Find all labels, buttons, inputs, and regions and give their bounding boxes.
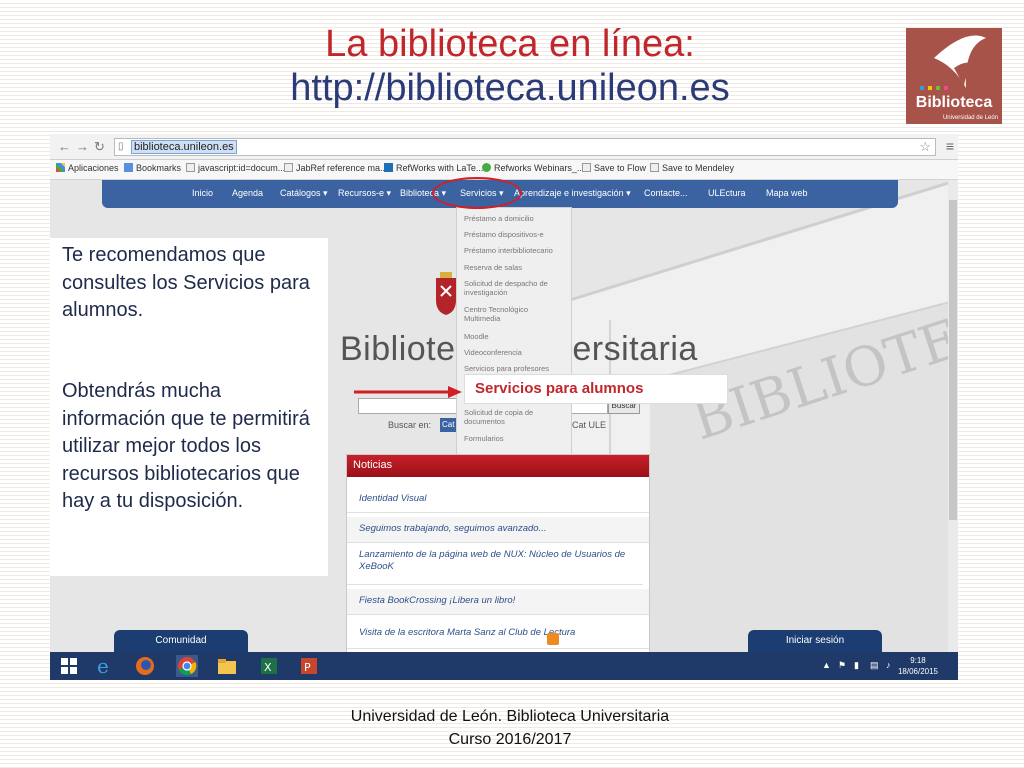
submenu-formularios[interactable]: Formularios <box>464 434 504 443</box>
svg-text:X: X <box>264 661 272 674</box>
logo-subtext: Universidad de León <box>942 115 998 121</box>
nav-mapa-web[interactable]: Mapa web <box>766 188 808 198</box>
submenu-prestamo-dispositivos[interactable]: Préstamo dispositivos-e <box>464 230 544 239</box>
excel-icon[interactable]: X <box>258 655 280 677</box>
servicios-alumnos-callout[interactable]: Servicios para alumnos <box>464 374 728 404</box>
volume-icon[interactable]: ♪ <box>886 660 891 670</box>
cat-ule-option[interactable]: Cat ULE <box>572 420 606 430</box>
news-item[interactable]: Seguimos trabajando, seguimos avanzado..… <box>347 517 649 543</box>
logo-text: Biblioteca <box>915 94 993 111</box>
nav-ulectura[interactable]: ULEctura <box>708 188 746 198</box>
page-icon: ▯ <box>118 141 124 152</box>
nav-inicio[interactable]: Inicio <box>192 188 213 198</box>
slide-footer: Universidad de León. Biblioteca Universi… <box>200 705 820 751</box>
refworks-icon <box>384 163 393 172</box>
file-explorer-icon[interactable] <box>216 655 238 677</box>
search-scope-label: Buscar en: <box>388 420 432 430</box>
apps-grid-icon <box>56 163 65 172</box>
submenu-centro-tecnologico[interactable]: Centro Tecnológico Multimedia <box>464 305 554 323</box>
tray-arrow-icon[interactable]: ▲ <box>822 660 831 670</box>
page-icon <box>284 163 293 172</box>
news-title: Noticias <box>347 455 649 477</box>
footer-line-2: Curso 2016/2017 <box>448 731 572 748</box>
flag-icon[interactable]: ⚑ <box>838 660 846 671</box>
bookmark-refworks-latex[interactable]: RefWorks with LaTe... <box>384 163 483 173</box>
nav-agenda[interactable]: Agenda <box>232 188 263 198</box>
catalog-tab[interactable]: Cat <box>440 418 456 432</box>
windows-start-icon[interactable] <box>58 655 80 677</box>
back-icon[interactable]: ← <box>58 139 71 154</box>
internet-explorer-icon[interactable]: e <box>94 655 116 677</box>
bookmark-javascript[interactable]: javascript:id=docum... <box>186 163 285 173</box>
news-item[interactable]: Identidad Visual <box>347 485 649 513</box>
servicios-dropdown: Préstamo a domicilio Préstamo dispositiv… <box>456 207 572 459</box>
url-text: biblioteca.unileon.es <box>131 140 237 154</box>
star-icon <box>124 163 133 172</box>
news-item[interactable]: Lanzamiento de la página web de NUX: Núc… <box>347 545 643 585</box>
submenu-prestamo-domicilio[interactable]: Préstamo a domicilio <box>464 214 534 223</box>
nav-aprendizaje[interactable]: Aprendizaje e investigación ▾ <box>514 188 631 199</box>
bookmarks-bar: Aplicaciones Bookmarks javascript:id=doc… <box>50 160 958 180</box>
slide-title: La biblioteca en línea: http://bibliotec… <box>200 22 820 110</box>
address-bar[interactable]: ▯ biblioteca.unileon.es ☆ <box>114 138 936 156</box>
bookmark-refworks-webinars[interactable]: Refworks Webinars_... <box>482 163 584 173</box>
forward-icon[interactable]: → <box>76 139 89 154</box>
news-panel: Noticias Identidad Visual Seguimos traba… <box>346 454 650 652</box>
network-icon[interactable]: ▤ <box>870 660 879 671</box>
servicios-highlight-circle <box>432 177 522 209</box>
news-item[interactable]: Fiesta BookCrossing ¡Libera un libro! <box>347 589 649 615</box>
submenu-videoconferencia[interactable]: Videoconferencia <box>464 348 522 357</box>
comunidad-tab[interactable]: Comunidad <box>114 630 248 652</box>
submenu-moodle[interactable]: Moodle <box>464 332 489 341</box>
bookmark-star-icon[interactable]: ☆ <box>919 139 931 155</box>
refworks-icon <box>482 163 491 172</box>
clock-time: 9:18 <box>910 656 926 665</box>
rss-icon[interactable] <box>547 633 559 645</box>
title-line-2: http://biblioteca.unileon.es <box>290 67 730 109</box>
submenu-servicios-profesores[interactable]: Servicios para profesores <box>464 364 549 373</box>
browser-toolbar: ← → ↻ ▯ biblioteca.unileon.es ☆ ≡ <box>50 134 958 160</box>
submenu-copia-documentos[interactable]: Solicitud de copia de documentos <box>464 408 560 426</box>
explanation-panel: Te recomendamos que consultes los Servic… <box>50 238 328 576</box>
browser-menu-icon[interactable]: ≡ <box>946 138 954 154</box>
nav-contacte[interactable]: Contacte... <box>644 188 688 198</box>
information-text: Obtendrás mucha información que te permi… <box>62 380 310 512</box>
submenu-prestamo-interbibliotecario[interactable]: Préstamo interbibliotecario <box>464 246 553 255</box>
page-scrollbar[interactable] <box>948 180 958 652</box>
page-icon <box>582 163 591 172</box>
bookmark-save-to-mendeley[interactable]: Save to Mendeley <box>650 163 734 173</box>
page-icon <box>186 163 195 172</box>
reload-icon[interactable]: ↻ <box>94 139 105 155</box>
taskbar-clock[interactable]: 9:18 18/06/2015 <box>898 655 938 677</box>
firefox-icon[interactable] <box>134 655 156 677</box>
bookmark-apps[interactable]: Aplicaciones <box>56 163 119 173</box>
chrome-icon[interactable] <box>176 655 198 677</box>
bookmark-jabref[interactable]: JabRef reference ma... <box>284 163 388 173</box>
pointer-arrow-icon <box>354 386 462 398</box>
submenu-despacho-investigacion[interactable]: Solicitud de despacho de investigación <box>464 279 568 297</box>
powerpoint-icon[interactable]: P <box>298 655 320 677</box>
biblioteca-logo: Biblioteca Universidad de León <box>906 28 1002 124</box>
battery-icon[interactable]: ▮ <box>854 660 859 671</box>
svg-text:P: P <box>304 661 311 674</box>
nav-catalogos[interactable]: Catálogos ▾ <box>280 188 328 199</box>
bookmark-bookmarks[interactable]: Bookmarks <box>124 163 181 173</box>
clock-date: 18/06/2015 <box>897 667 938 676</box>
submenu-reserva-salas[interactable]: Reserva de salas <box>464 263 522 272</box>
bookmark-save-to-flow[interactable]: Save to Flow <box>582 163 646 173</box>
svg-text:e: e <box>97 655 109 677</box>
nav-recursos-e[interactable]: Recursos-e ▾ <box>338 188 391 199</box>
scrollbar-thumb[interactable] <box>949 200 957 520</box>
title-line-1: La biblioteca en línea: <box>325 23 695 65</box>
news-item[interactable]: Visita de la escritora Marta Sanz al Clu… <box>347 619 649 649</box>
windows-taskbar: e X P ▲ ⚑ ▮ ▤ ♪ 9:18 18/06/2015 <box>50 652 958 680</box>
page-icon <box>650 163 659 172</box>
recommendation-text: Te recomendamos que consultes los Servic… <box>62 244 310 321</box>
login-tab[interactable]: Iniciar sesión <box>748 630 882 652</box>
footer-line-1: Universidad de León. Biblioteca Universi… <box>350 708 670 725</box>
